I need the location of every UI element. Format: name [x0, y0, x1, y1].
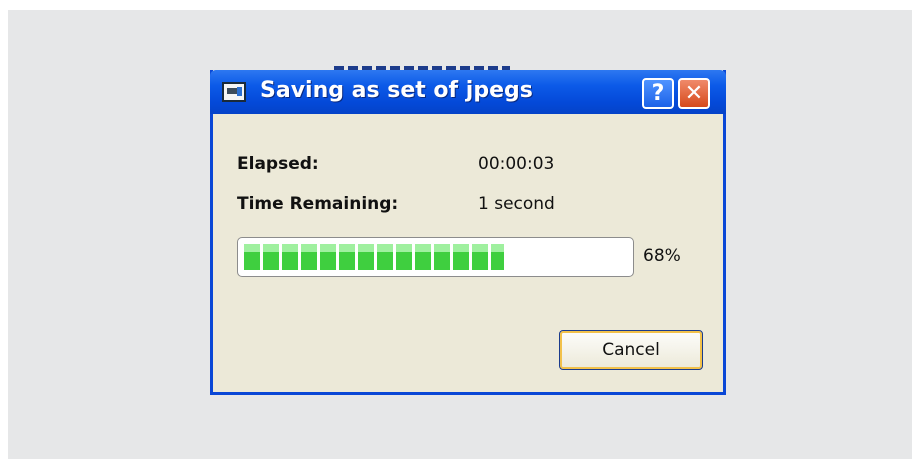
cancel-button[interactable]: Cancel	[559, 330, 703, 370]
elapsed-value: 00:00:03	[478, 154, 555, 174]
close-button[interactable]: ✕	[678, 78, 710, 109]
dialog-title: Saving as set of jpegs	[260, 78, 533, 103]
save-progress-dialog: Saving as set of jpegs ? ✕ Elapsed: 00:0…	[210, 70, 726, 395]
progress-percent: 68%	[643, 246, 681, 266]
help-button[interactable]: ?	[642, 78, 674, 109]
time-remaining-value: 1 second	[478, 194, 555, 214]
time-remaining-label: Time Remaining:	[237, 194, 399, 214]
elapsed-label: Elapsed:	[237, 154, 319, 174]
dialog-titlebar[interactable]: Saving as set of jpegs ? ✕	[210, 70, 726, 114]
progress-bar-fill	[244, 244, 504, 270]
progress-bar	[237, 237, 634, 277]
image-export-icon	[222, 82, 246, 102]
